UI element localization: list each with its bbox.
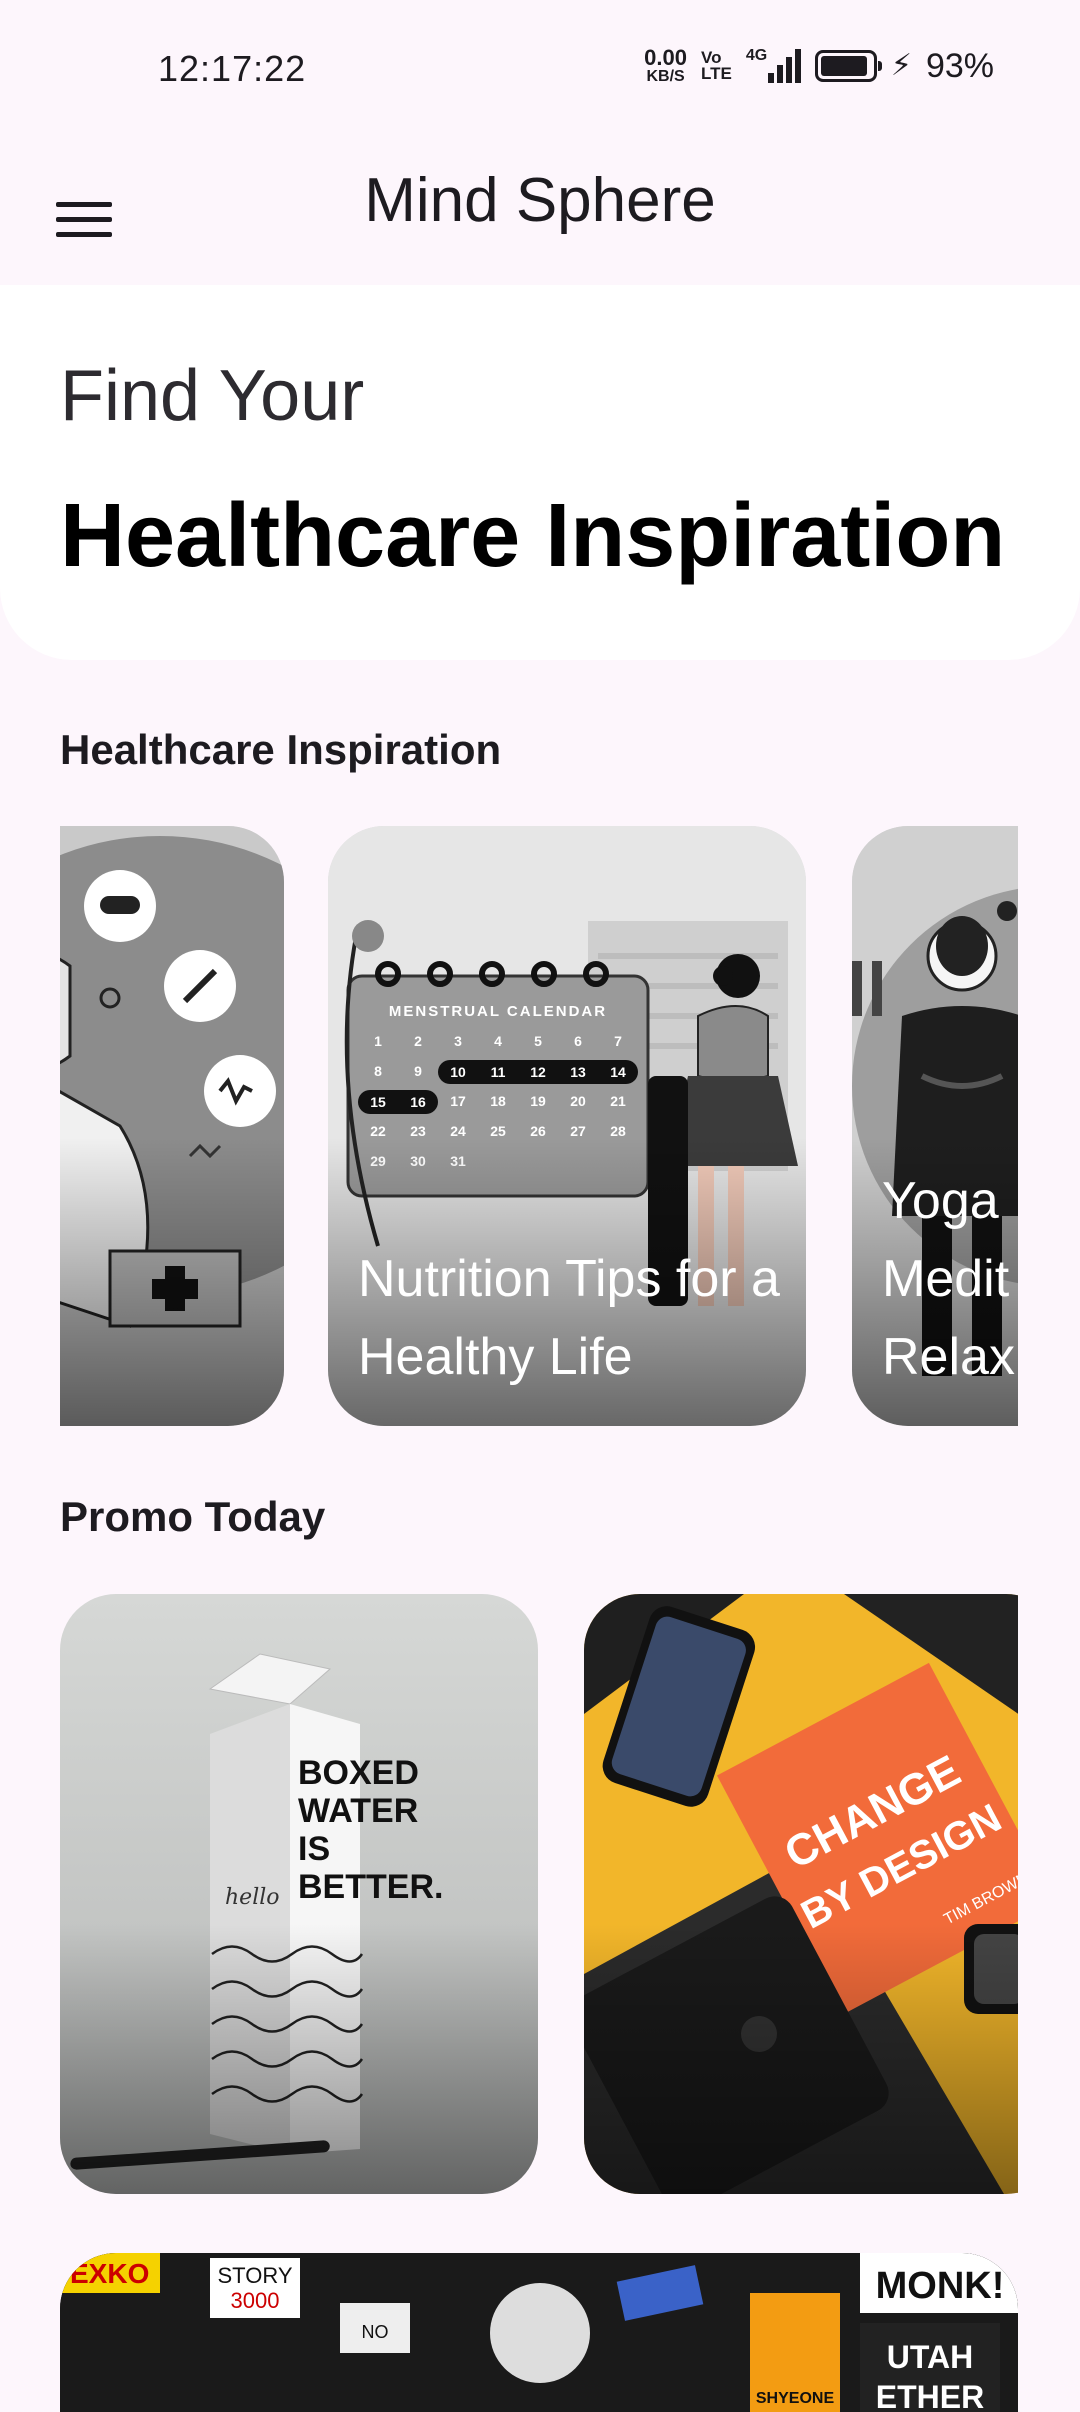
svg-text:1: 1: [374, 1033, 382, 1049]
svg-text:10: 10: [450, 1064, 466, 1080]
svg-text:MONK!: MONK!: [876, 2265, 1005, 2307]
hero-subtitle: Find Your: [60, 356, 365, 436]
svg-text:7: 7: [614, 1033, 622, 1049]
inspiration-carousel[interactable]: ealth ss MENSTRUAL CALENDAR 1234567 89 2…: [60, 826, 1018, 1426]
charging-icon: ⚡: [890, 49, 912, 82]
svg-text:26: 26: [530, 1123, 546, 1139]
svg-text:24: 24: [450, 1123, 466, 1139]
svg-text:8: 8: [374, 1063, 382, 1079]
section-title-promo: Promo Today: [60, 1493, 326, 1540]
sticker-card[interactable]: EXKO STORY 3000 NO SHYEONE MONK! UTAH ET…: [60, 2253, 1018, 2412]
inspiration-card[interactable]: ealth ss: [60, 826, 284, 1426]
status-indicators: 0.00 KB/S Vo LTE 4G ⚡ 93%: [644, 44, 994, 88]
promo-card[interactable]: CHANGE BY DESIGN TIM BROWN: [584, 1594, 1018, 2194]
promo-card[interactable]: BOXED WATER IS BETTER. hello: [60, 1594, 538, 2194]
network-type: 4G: [745, 47, 768, 64]
svg-text:16: 16: [410, 1094, 426, 1110]
svg-text:28: 28: [610, 1123, 626, 1139]
svg-text:hello: hello: [225, 1885, 280, 1910]
battery-percent: 93%: [925, 46, 994, 85]
svg-text:15: 15: [370, 1094, 386, 1110]
card-label: ealth ss: [60, 1240, 274, 1396]
svg-text:BETTER.: BETTER.: [298, 1868, 443, 1906]
svg-text:21: 21: [610, 1093, 626, 1109]
card-label: Nutrition Tips for a Healthy Life: [358, 1250, 780, 1386]
status-time: 12:17:22: [158, 48, 307, 89]
volte-icon: Vo LTE: [701, 47, 732, 83]
hero-title: Healthcare Inspiration: [60, 486, 1006, 586]
svg-text:2: 2: [414, 1033, 422, 1049]
svg-text:13: 13: [570, 1064, 586, 1080]
sticker-wall-image: EXKO STORY 3000 NO SHYEONE MONK! UTAH ET…: [60, 2253, 1018, 2412]
svg-text:14: 14: [610, 1064, 626, 1080]
battery-icon: [814, 50, 882, 82]
svg-text:23: 23: [410, 1123, 426, 1139]
svg-text:WATER: WATER: [298, 1792, 418, 1830]
svg-text:ETHER: ETHER: [876, 2379, 984, 2412]
svg-text:3: 3: [454, 1033, 462, 1049]
svg-text:11: 11: [491, 1064, 506, 1080]
network-speed-value: 0.00: [644, 45, 687, 70]
svg-text:STORY: STORY: [218, 2263, 293, 2288]
svg-text:12: 12: [530, 1064, 546, 1080]
battery-fill: [820, 56, 868, 76]
calendar-title: MENSTRUAL CALENDAR: [389, 1003, 607, 1020]
promo-carousel[interactable]: BOXED WATER IS BETTER. hello CHANGE BY D…: [60, 1594, 1018, 2194]
svg-text:20: 20: [570, 1093, 586, 1109]
svg-text:IS: IS: [298, 1830, 330, 1868]
svg-text:5: 5: [534, 1033, 542, 1049]
status-bar: 12:17:22 0.00 KB/S Vo LTE 4G ⚡ 93%: [0, 0, 1080, 135]
signal-icon: 4G: [745, 47, 801, 83]
svg-text:BOXED: BOXED: [298, 1754, 419, 1792]
card-label: Yoga Medit Relax: [882, 1172, 1015, 1386]
network-speed-unit: KB/S: [646, 68, 685, 85]
svg-text:25: 25: [490, 1123, 506, 1139]
svg-text:3000: 3000: [231, 2288, 280, 2313]
svg-text:NO: NO: [362, 2322, 389, 2342]
svg-text:6: 6: [574, 1033, 582, 1049]
section-title-inspiration: Healthcare Inspiration: [60, 726, 502, 773]
app-bar: Mind Sphere: [0, 135, 1080, 285]
svg-text:UTAH: UTAH: [887, 2339, 974, 2375]
svg-text:22: 22: [370, 1123, 386, 1139]
hero-card: Find Your Healthcare Inspiration: [0, 285, 1080, 660]
inspiration-card[interactable]: Yoga Medit Relax: [852, 826, 1018, 1426]
app-title: Mind Sphere: [364, 166, 716, 235]
svg-text:19: 19: [530, 1093, 546, 1109]
svg-text:EXKO: EXKO: [70, 2258, 149, 2289]
svg-text:18: 18: [490, 1093, 506, 1109]
svg-text:9: 9: [414, 1063, 422, 1079]
network-speed: 0.00 KB/S: [644, 47, 687, 85]
svg-text:17: 17: [450, 1093, 466, 1109]
svg-text:SHYEONE: SHYEONE: [756, 2390, 835, 2407]
svg-text:4: 4: [494, 1033, 502, 1049]
inspiration-card[interactable]: MENSTRUAL CALENDAR 1234567 89 22 23 24 25 26…: [328, 826, 806, 1426]
svg-text:27: 27: [570, 1123, 586, 1139]
